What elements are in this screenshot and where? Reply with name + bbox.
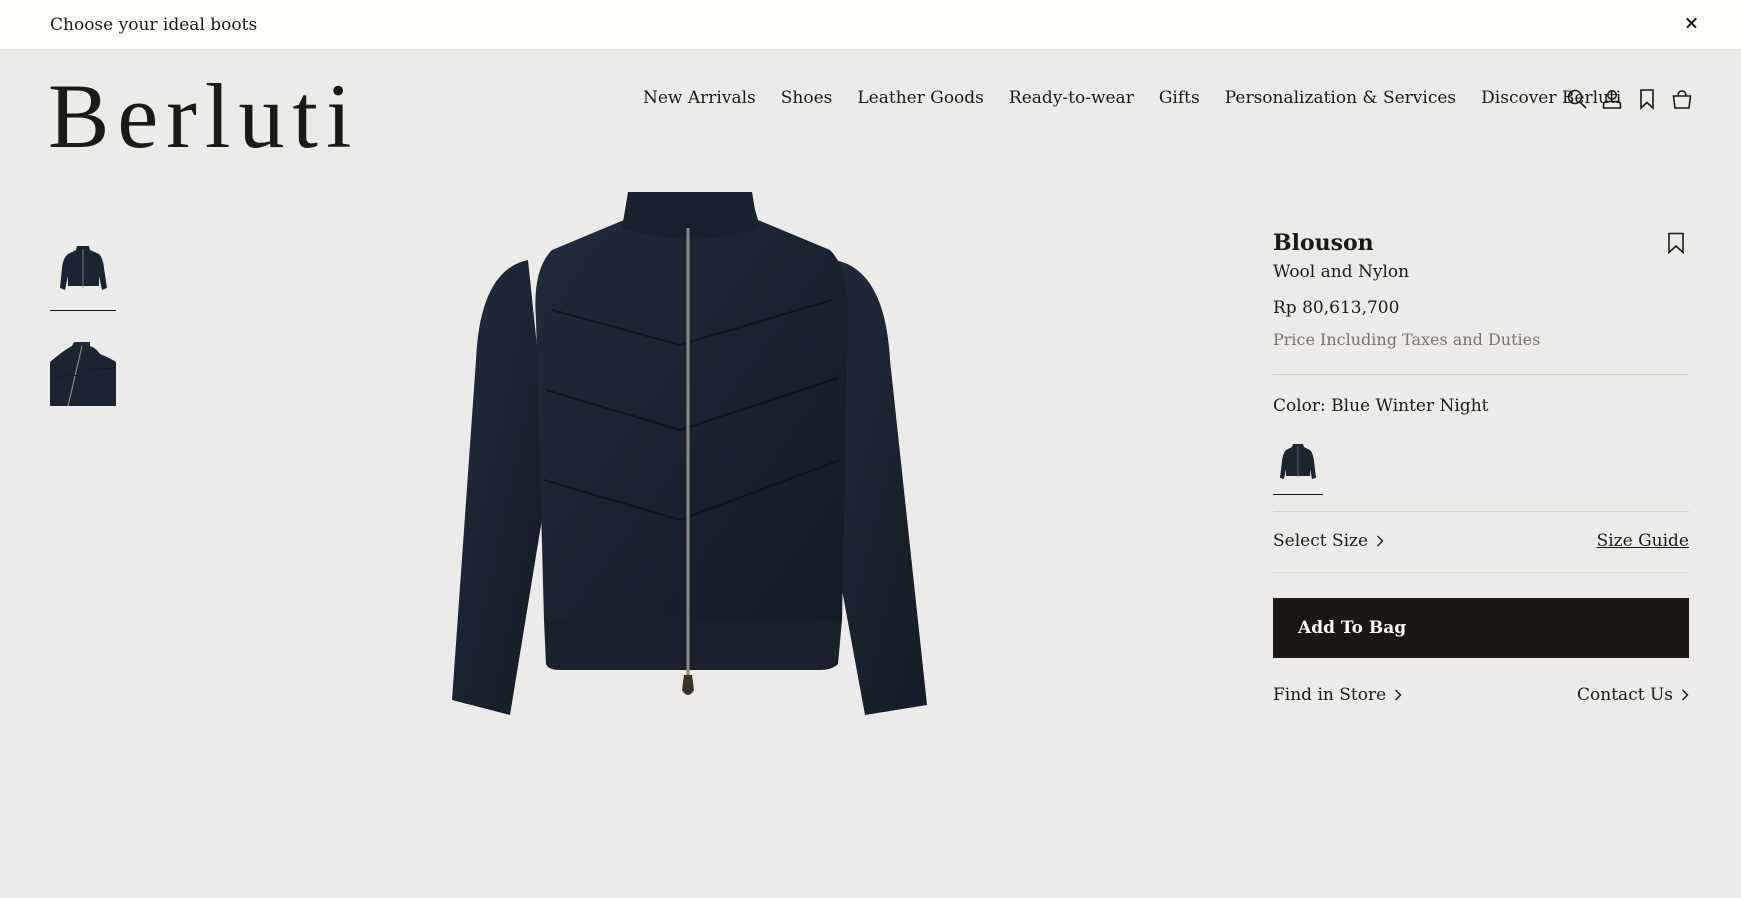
chevron-right-icon bbox=[1395, 689, 1402, 701]
bag-icon[interactable] bbox=[1671, 88, 1693, 110]
nav-new-arrivals[interactable]: New Arrivals bbox=[643, 88, 756, 108]
divider bbox=[1273, 511, 1689, 512]
nav-ready-to-wear[interactable]: Ready-to-wear bbox=[1009, 88, 1134, 108]
bookmark-icon[interactable] bbox=[1636, 88, 1658, 110]
contact-us-label: Contact Us bbox=[1577, 685, 1673, 705]
banner-text[interactable]: Choose your ideal boots bbox=[50, 15, 257, 35]
swatch-selected-indicator bbox=[1273, 494, 1323, 495]
account-icon[interactable] bbox=[1601, 88, 1623, 110]
brand-logo[interactable]: Berluti bbox=[48, 70, 360, 162]
nav-leather-goods[interactable]: Leather Goods bbox=[857, 88, 984, 108]
chevron-right-icon bbox=[1682, 689, 1689, 701]
product-main-image[interactable] bbox=[440, 180, 940, 720]
product-material: Wool and Nylon bbox=[1273, 262, 1410, 282]
nav-shoes[interactable]: Shoes bbox=[781, 88, 833, 108]
select-size-button[interactable]: Select Size bbox=[1273, 531, 1384, 551]
add-to-bag-button[interactable]: Add To Bag bbox=[1273, 598, 1689, 658]
close-icon[interactable] bbox=[1681, 12, 1703, 34]
divider bbox=[1273, 374, 1689, 375]
chevron-right-icon bbox=[1377, 535, 1384, 547]
select-size-label: Select Size bbox=[1273, 531, 1369, 551]
product-name: Blouson bbox=[1273, 230, 1374, 256]
nav-personalization-services[interactable]: Personalization & Services bbox=[1225, 88, 1456, 108]
find-in-store-label: Find in Store bbox=[1273, 685, 1387, 705]
size-guide-link[interactable]: Size Guide bbox=[1597, 531, 1689, 551]
thumbnail-selected-indicator bbox=[50, 310, 116, 311]
nav-gifts[interactable]: Gifts bbox=[1159, 88, 1200, 108]
price-tax-note: Price Including Taxes and Duties bbox=[1273, 330, 1541, 349]
color-swatch-blue-winter-night[interactable] bbox=[1273, 438, 1323, 490]
divider bbox=[1273, 572, 1689, 573]
find-in-store-link[interactable]: Find in Store bbox=[1273, 685, 1402, 705]
product-price: Rp 80,613,700 bbox=[1273, 298, 1400, 318]
main-nav: New Arrivals Shoes Leather Goods Ready-t… bbox=[643, 88, 1621, 108]
promo-banner: Choose your ideal boots bbox=[0, 0, 1741, 50]
jacket-detail-thumbnail[interactable] bbox=[49, 340, 117, 407]
search-icon[interactable] bbox=[1566, 88, 1588, 110]
jacket-front-thumbnail[interactable] bbox=[50, 238, 116, 304]
wishlist-bookmark-icon[interactable] bbox=[1666, 232, 1686, 254]
header-icons bbox=[1566, 88, 1693, 110]
color-label: Color: Blue Winter Night bbox=[1273, 396, 1489, 416]
contact-us-link[interactable]: Contact Us bbox=[1577, 685, 1689, 705]
